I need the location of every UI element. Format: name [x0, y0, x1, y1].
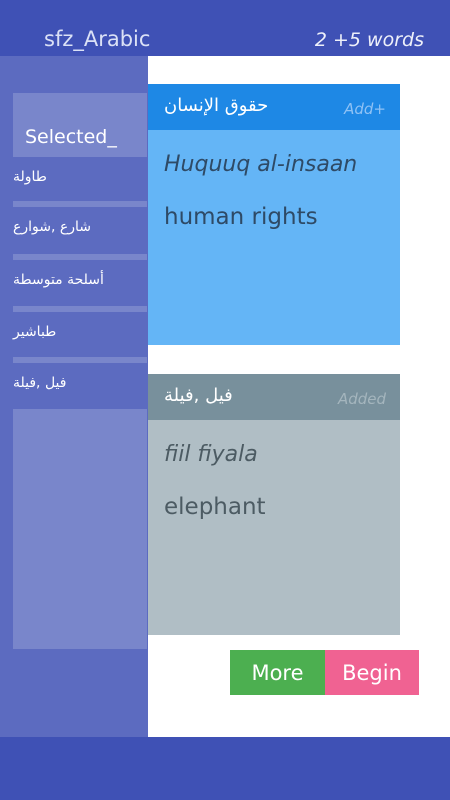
sidebar-item-chalk[interactable]: طباشير [13, 312, 147, 356]
sidebar-item-elephant[interactable]: فيل ,فيلة [13, 363, 147, 407]
sidebar-empty-area [13, 409, 147, 649]
word-count: 2 +5 words [314, 29, 424, 51]
sidebar-item-label: فيل ,فيلة [13, 375, 67, 391]
card-meaning: elephant [164, 494, 266, 520]
card-body: fiil fiyala elephant [148, 420, 400, 635]
begin-button[interactable]: Begin [325, 650, 419, 695]
card-arabic-word: حقوق الإنسان [164, 95, 269, 116]
added-status: Added [337, 390, 386, 408]
card-body: Huquuq al-insaan human rights [148, 130, 400, 345]
sidebar-item-table[interactable]: طاولة [13, 157, 147, 201]
more-button[interactable]: More [230, 650, 325, 695]
selected-header[interactable]: Selected_ [13, 93, 147, 157]
card-meaning: human rights [164, 204, 318, 230]
bottom-bar [0, 737, 450, 800]
app-screen: sfz_Arabic 2 +5 words Selected_ طاولة شا… [0, 0, 450, 800]
word-list-sidebar: Selected_ طاولة شارع ,شوارع أسلحة متوسطة… [0, 56, 148, 737]
sidebar-item-label: طاولة [13, 169, 47, 185]
sidebar-item-label: طباشير [13, 324, 57, 340]
sidebar-item-label: أسلحة متوسطة [13, 272, 104, 288]
app-title: sfz_Arabic [44, 27, 151, 51]
sidebar-item-street[interactable]: شارع ,شوارع [13, 207, 147, 251]
card-arabic-word: فيل ,فيلة [164, 385, 233, 406]
card-header: حقوق الإنسان Add+ [148, 84, 400, 130]
card-transliteration: Huquuq al-insaan [164, 152, 358, 177]
card-header: فيل ,فيلة Added [148, 374, 400, 420]
card-transliteration: fiil fiyala [164, 442, 258, 467]
word-card-new[interactable]: حقوق الإنسان Add+ Huquuq al-insaan human… [148, 84, 400, 345]
selected-label: Selected_ [25, 126, 117, 148]
add-word-button[interactable]: Add+ [344, 100, 386, 118]
sidebar-item-medium-weapons[interactable]: أسلحة متوسطة [13, 260, 147, 304]
top-app-bar: sfz_Arabic 2 +5 words [0, 0, 450, 56]
word-card-added[interactable]: فيل ,فيلة Added fiil fiyala elephant [148, 374, 400, 635]
sidebar-item-label: شارع ,شوارع [13, 219, 91, 235]
